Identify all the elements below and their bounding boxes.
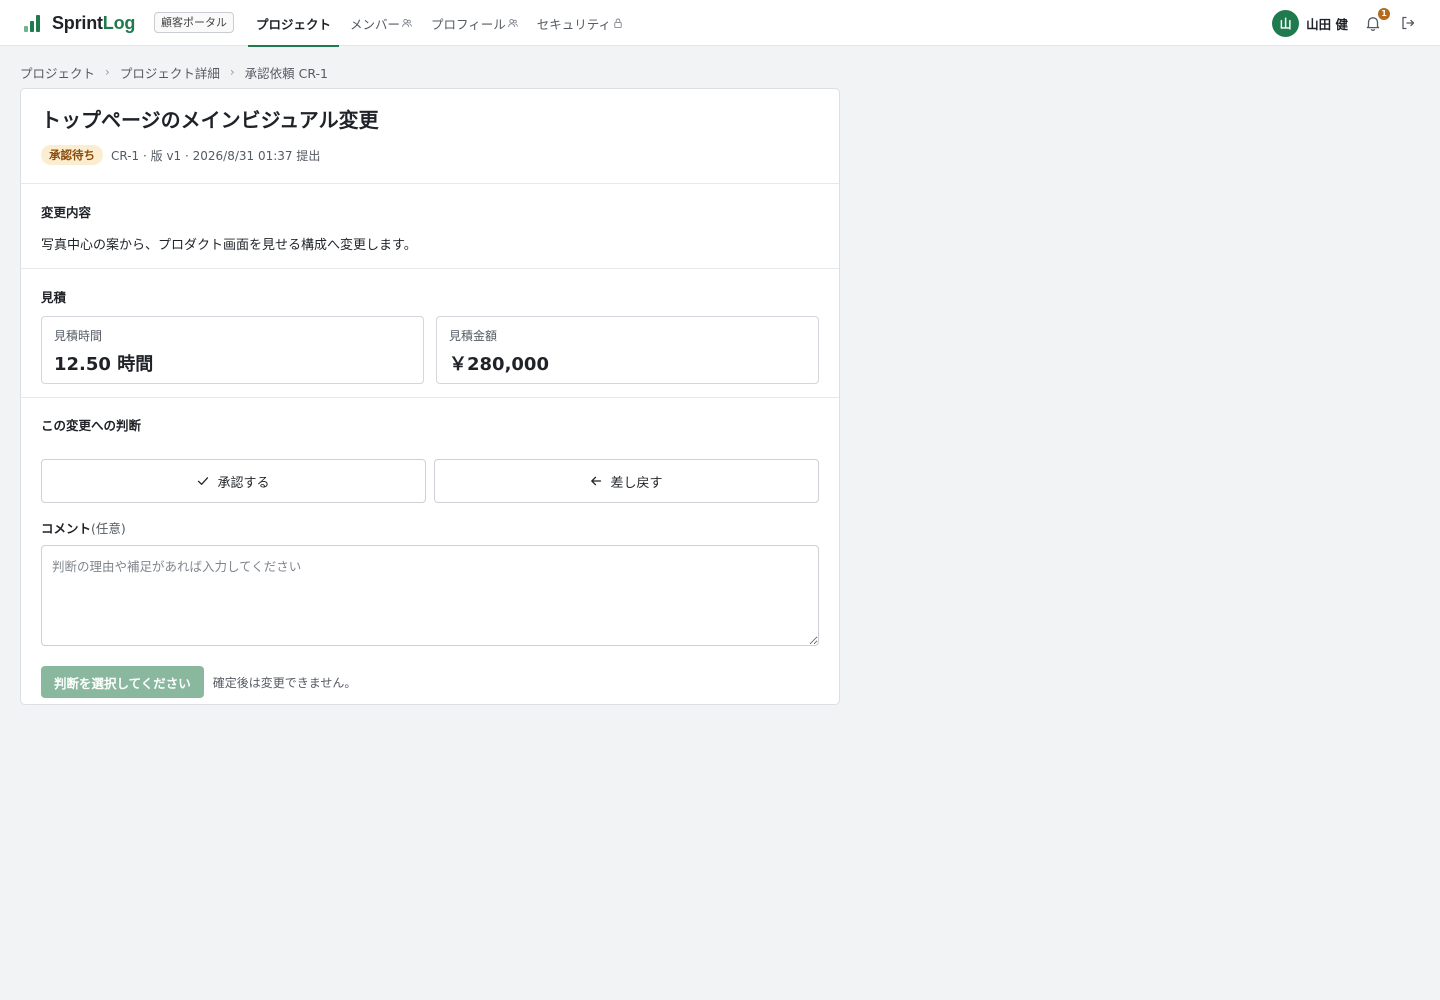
breadcrumb-current: 承認依頼 CR-1: [244, 65, 328, 81]
decision-options: 承認する 差し戻す: [41, 459, 819, 503]
estimate-label: 見積: [41, 290, 67, 305]
estimate-hours-label: 見積時間: [54, 329, 103, 343]
check-icon: [198, 477, 209, 485]
estimate-row: 見積時間 12.50 時間 見積金額 ￥280,000: [41, 316, 819, 384]
request-meta-text: CR-1 · 版 v1 · 2026/8/31 01:37 提出: [111, 148, 321, 163]
estimate-hours-box: 見積時間 12.50 時間: [41, 316, 424, 384]
app-name-main: Sprint: [52, 12, 103, 33]
submit-decision-button[interactable]: 判断を選択してください: [41, 666, 204, 698]
approve-button-label: 承認する: [217, 474, 270, 490]
comment-field[interactable]: [41, 545, 819, 646]
breadcrumb-separator: ›: [229, 65, 235, 79]
nav-item-members[interactable]: メンバー: [342, 0, 420, 46]
notification-count-badge: 1: [1378, 8, 1390, 20]
nav-item-security[interactable]: セキュリティ: [529, 0, 631, 46]
app-name-accent: Log: [102, 12, 136, 33]
send-back-button[interactable]: 差し戻す: [434, 459, 819, 503]
app-logo[interactable]: SprintLog: [24, 12, 135, 34]
breadcrumb-separator: ›: [105, 65, 110, 79]
logout-icon: [1402, 16, 1415, 30]
request-header: トップページのメインビジュアル変更 承認待ち CR-1 · 版 v1 · 202…: [21, 89, 839, 184]
change-section: 変更内容 写真中心の案から、プロダクト画面を見せる構成へ変更します。: [21, 184, 839, 269]
comment-label: コメント(任意): [41, 518, 819, 537]
nav-item-label: プロジェクト: [256, 16, 332, 32]
status-badge: 承認待ち: [41, 145, 103, 165]
approval-request-card: トップページのメインビジュアル変更 承認待ち CR-1 · 版 v1 · 202…: [20, 88, 840, 705]
users-icon: [402, 18, 412, 28]
estimate-amount-label: 見積金額: [449, 329, 498, 343]
nav-item-projects[interactable]: プロジェクト: [248, 0, 340, 47]
breadcrumb-projects[interactable]: プロジェクト: [20, 63, 95, 82]
send-back-button-label: 差し戻す: [610, 474, 663, 490]
nav-item-profile[interactable]: プロフィール: [423, 0, 526, 46]
breadcrumb-project-detail[interactable]: プロジェクト詳細: [120, 63, 220, 82]
arrow-left-icon: [591, 476, 602, 486]
estimate-amount-box: 見積金額 ￥280,000: [436, 316, 819, 384]
avatar[interactable]: 山: [1272, 9, 1300, 37]
submit-note: 確定後は変更できません。: [212, 675, 357, 690]
nav-item-label: セキュリティ: [536, 16, 612, 32]
comment-label-text: コメント: [41, 521, 92, 536]
comment-optional-text: (任意): [91, 521, 126, 536]
user-area: 山 山田 健 1: [1272, 8, 1416, 37]
change-label: 変更内容: [41, 205, 92, 220]
users-icon: [507, 18, 518, 28]
approve-button[interactable]: 承認する: [41, 459, 426, 503]
logout-button[interactable]: [1400, 15, 1416, 31]
lock-icon: [613, 18, 623, 28]
decision-section: この変更への判断 承認する 差し戻す コメント(任意) 判断を選択してください …: [21, 398, 839, 698]
request-meta: 承認待ち CR-1 · 版 v1 · 2026/8/31 01:37 提出: [41, 145, 819, 165]
estimate-section: 見積 見積時間 12.50 時間 見積金額 ￥280,000: [21, 269, 839, 398]
portal-badge: 顧客ポータル: [154, 12, 234, 33]
estimate-amount-value: ￥280,000: [449, 354, 549, 375]
change-description: 写真中心の案から、プロダクト画面を見せる構成へ変更します。: [41, 238, 417, 253]
estimate-hours-value: 12.50 時間: [54, 354, 154, 375]
notifications-button[interactable]: 1: [1364, 8, 1390, 32]
nav-item-label: プロフィール: [431, 16, 506, 32]
decision-label: この変更への判断: [41, 418, 142, 433]
nav-item-label: メンバー: [350, 16, 401, 32]
breadcrumb: プロジェクト › プロジェクト詳細 › 承認依頼 CR-1: [20, 63, 328, 81]
top-navigation-bar: SprintLog 顧客ポータル プロジェクト メンバー プロフィール セキュリ…: [0, 0, 1440, 47]
logo-bars-icon: [24, 14, 42, 32]
app-name: SprintLog: [52, 13, 135, 34]
submit-row: 判断を選択してください 確定後は変更できません。: [41, 666, 819, 698]
page-title: トップページのメインビジュアル変更: [41, 108, 379, 132]
user-name[interactable]: 山田 健: [1306, 14, 1348, 33]
main-nav: プロジェクト メンバー プロフィール セキュリティ: [248, 0, 634, 47]
